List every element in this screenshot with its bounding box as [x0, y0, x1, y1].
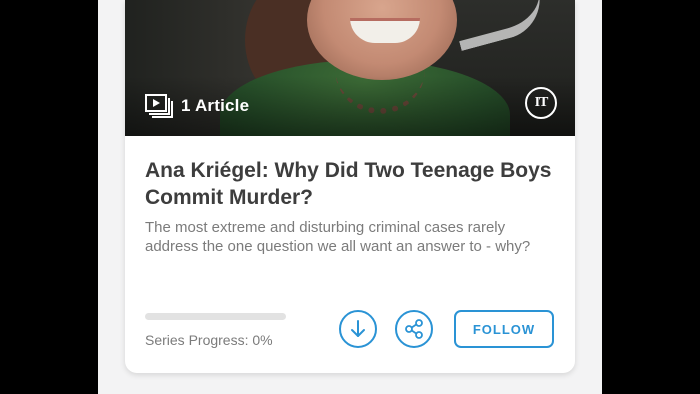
share-button[interactable]	[395, 310, 433, 348]
download-button[interactable]	[339, 310, 377, 348]
series-description: The most extreme and disturbing criminal…	[145, 219, 531, 255]
article-count-badge: 1 Article	[145, 94, 249, 118]
series-title[interactable]: Ana Kriégel: Why Did Two Teenage Boys Co…	[145, 157, 555, 211]
share-icon	[405, 319, 423, 339]
publisher-logo: IT	[525, 87, 557, 119]
media-stack-icon	[145, 94, 173, 118]
series-cover-image: 1 Article IT	[125, 0, 575, 136]
follow-button[interactable]: FOLLOW	[454, 310, 554, 348]
series-progress-bar	[145, 313, 286, 320]
series-card[interactable]: 1 Article IT Ana Kriégel: Why Did Two Te…	[125, 0, 575, 373]
series-progress-label: Series Progress: 0%	[145, 332, 273, 348]
article-count-label: 1 Article	[181, 96, 250, 115]
download-icon	[351, 320, 365, 337]
